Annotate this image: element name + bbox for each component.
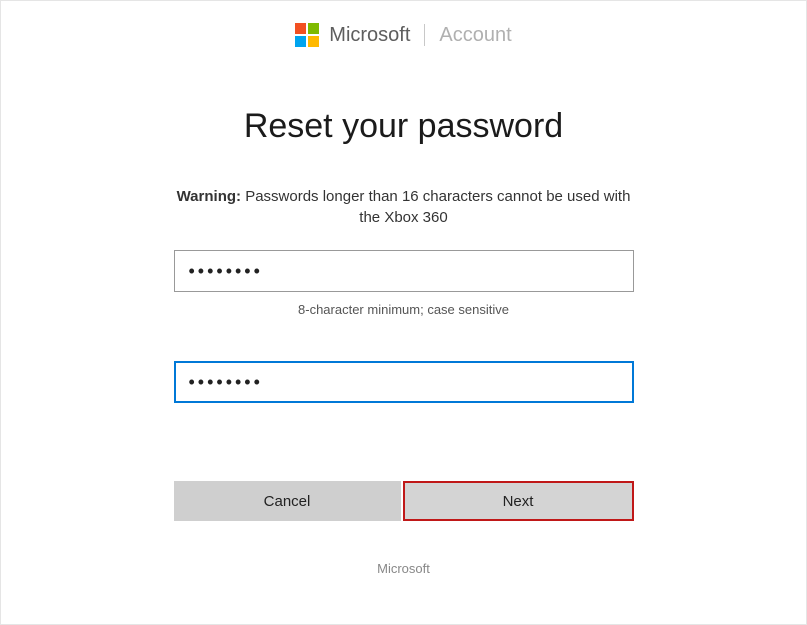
warning-message: Warning: Passwords longer than 16 charac… bbox=[174, 186, 634, 228]
footer-text: Microsoft bbox=[174, 561, 634, 576]
section-label: Account bbox=[439, 24, 511, 47]
main-content: Reset your password Warning: Passwords l… bbox=[174, 107, 634, 576]
microsoft-logo-icon bbox=[295, 23, 319, 47]
header-divider bbox=[424, 24, 425, 46]
warning-prefix: Warning: bbox=[177, 188, 241, 205]
new-password-input[interactable] bbox=[174, 250, 634, 292]
cancel-button[interactable]: Cancel bbox=[174, 481, 401, 521]
confirm-password-input[interactable] bbox=[174, 361, 634, 403]
brand-label: Microsoft bbox=[329, 24, 410, 47]
button-row: Cancel Next bbox=[174, 481, 634, 521]
password-hint: 8-character minimum; case sensitive bbox=[174, 302, 634, 317]
header: Microsoft Account bbox=[1, 1, 806, 47]
warning-text: Passwords longer than 16 characters cann… bbox=[245, 188, 630, 226]
next-button[interactable]: Next bbox=[403, 481, 634, 521]
page-title: Reset your password bbox=[174, 107, 634, 146]
